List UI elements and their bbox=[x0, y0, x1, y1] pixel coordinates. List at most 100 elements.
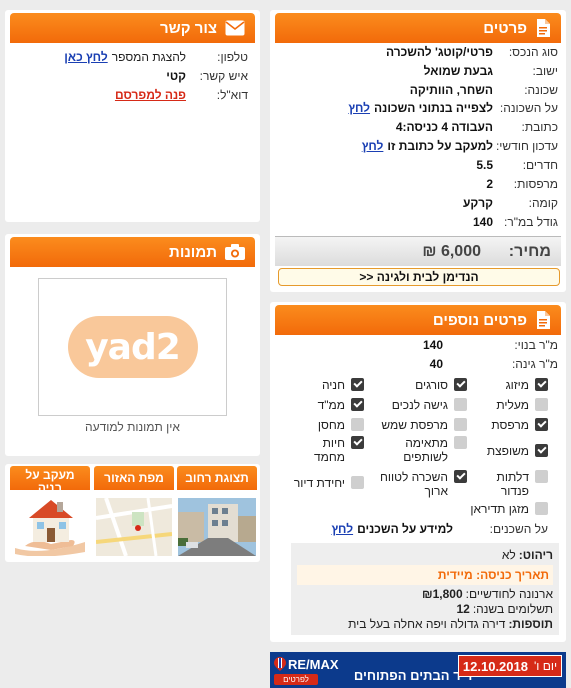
extra-info-box: ריהוט: לא תאריך כניסה: מיידית ארנונה לחו… bbox=[291, 543, 559, 635]
built-area-value: 140 bbox=[422, 338, 443, 352]
track-address-link[interactable]: לחץ bbox=[362, 139, 384, 153]
details-header: פרטים bbox=[275, 13, 561, 43]
feature-accessibility: גישה לנכים bbox=[392, 398, 467, 412]
arnona-row: ארנונה לחודשיים: ₪1,800 bbox=[422, 587, 553, 601]
detail-row-type: סוג הנכס: פרטי/קוטג' להשכרה bbox=[278, 43, 558, 61]
detail-label: כתובת: bbox=[521, 120, 558, 134]
feature-label: מעלית bbox=[496, 398, 529, 412]
photos-title: תמונות bbox=[169, 243, 217, 261]
detail-label: שכונה: bbox=[524, 83, 558, 97]
area-map-header: מפת האזור bbox=[94, 466, 174, 490]
email-row: דוא"ל: פנה למפרסם bbox=[16, 86, 248, 104]
neighbors-text: למידע על השכנים bbox=[357, 522, 453, 536]
checkbox-unchecked bbox=[454, 418, 467, 431]
area-map-tile[interactable]: מפת האזור bbox=[94, 466, 174, 558]
detail-row-about-neighborhood: על השכונה: לצפייה בנתוני השכונה לחץ bbox=[278, 99, 558, 117]
feature-label: ממ"ד bbox=[317, 398, 345, 412]
feature-label: מחסן bbox=[317, 418, 345, 432]
feature-label: מתאימה לשותפים bbox=[403, 436, 448, 464]
checkbox-checked bbox=[351, 398, 364, 411]
feature-elevator: מעלית bbox=[496, 398, 548, 412]
checkbox-checked bbox=[351, 378, 364, 391]
envelope-icon bbox=[225, 20, 245, 36]
feature-label: גישה לנכים bbox=[391, 398, 448, 412]
feature-label: מזגן תדיראן bbox=[470, 502, 529, 516]
arnona-label: ארנונה לחודשיים: bbox=[465, 587, 553, 601]
checkbox-checked bbox=[454, 470, 467, 483]
remax-banner[interactable]: RE/MAX לפרטים יריד הבתים הפתוחים יום ו' … bbox=[270, 652, 566, 688]
feature-pets: חיות מחמד bbox=[305, 436, 364, 464]
neighbors-label: על השכנים: bbox=[489, 522, 548, 536]
contact-header: צור קשר bbox=[10, 13, 255, 43]
detail-row-rooms: חדרים: 5.5 bbox=[278, 156, 558, 174]
entry-date-row: תאריך כניסה: מיידית bbox=[297, 565, 553, 585]
area-map-thumbnail bbox=[96, 498, 172, 556]
detail-value: 2 bbox=[486, 177, 493, 191]
feature-pandor-doors: דלתות פנדור bbox=[479, 470, 548, 498]
banner-details-label: לפרטים bbox=[283, 675, 309, 684]
arnona-value: ₪1,800 bbox=[422, 587, 463, 601]
document-icon bbox=[537, 19, 550, 37]
checkbox-checked bbox=[351, 436, 364, 449]
checkbox-unchecked bbox=[535, 470, 548, 483]
contact-person-row: איש קשר: קטי bbox=[16, 67, 248, 85]
detail-value: למעקב על כתובת זו bbox=[387, 139, 493, 153]
banner-date-box: יום ו' 12.10.2018 bbox=[458, 655, 562, 677]
checkbox-unchecked bbox=[351, 418, 364, 431]
contact-title: צור קשר bbox=[160, 19, 217, 37]
more-details-title: פרטים נוספים bbox=[432, 311, 527, 329]
feature-label: מרפסת bbox=[491, 418, 529, 432]
detail-value: 140 bbox=[472, 215, 493, 229]
feature-label: מיזוג bbox=[505, 378, 529, 392]
details-title: פרטים bbox=[483, 19, 527, 37]
balloon-icon bbox=[274, 657, 286, 671]
neighborhood-data-link[interactable]: לחץ bbox=[348, 101, 370, 115]
yad2-logo: yad2 bbox=[67, 316, 198, 378]
area-map-label: מפת האזור bbox=[104, 471, 164, 485]
price-box: מחיר: 6,000 ₪ bbox=[275, 236, 561, 266]
photos-header: תמונות bbox=[10, 237, 255, 267]
camera-icon bbox=[225, 244, 245, 260]
detail-value: פרטי/קוטג' להשכרה bbox=[385, 45, 493, 59]
construction-tracking-tile[interactable]: מעקב על בניה bbox=[10, 466, 90, 558]
street-view-header: תצוגת רחוב bbox=[177, 466, 257, 490]
detail-row-address: כתובת: העבודה 4 כניסה:4 bbox=[278, 118, 558, 136]
detail-label: על השכונה: bbox=[499, 101, 558, 115]
feature-safe-room: ממ"ד bbox=[318, 398, 364, 412]
show-phone-link[interactable]: לחץ כאן bbox=[64, 50, 107, 64]
handyman-promo-label: הנדימן לבית ולגינה << bbox=[359, 270, 479, 284]
handyman-promo-button[interactable]: הנדימן לבית ולגינה << bbox=[278, 268, 560, 286]
feature-label: מרפסת שמש bbox=[381, 418, 448, 432]
detail-value: העבודה 4 כניסה:4 bbox=[395, 120, 493, 134]
checkbox-checked bbox=[535, 444, 548, 457]
feature-bars: סורגים bbox=[415, 378, 467, 392]
checkbox-checked bbox=[535, 418, 548, 431]
more-details-header: פרטים נוספים bbox=[275, 305, 561, 335]
document-icon bbox=[537, 311, 550, 329]
payments-value: 12 bbox=[456, 602, 470, 616]
checkbox-unchecked bbox=[351, 476, 364, 489]
feature-balcony: מרפסת bbox=[491, 418, 548, 432]
checkbox-unchecked bbox=[454, 398, 467, 411]
street-view-tile[interactable]: תצוגת רחוב bbox=[177, 466, 257, 558]
detail-label: קומה: bbox=[528, 196, 558, 210]
feature-unit: יחידת דיור bbox=[294, 476, 364, 490]
detail-value: 5.5 bbox=[476, 158, 493, 172]
photo-placeholder[interactable]: yad2 bbox=[38, 278, 227, 416]
checkbox-checked bbox=[454, 378, 467, 391]
feature-renovated: משופצת bbox=[487, 444, 548, 458]
payments-row: תשלומים בשנה: 12 bbox=[456, 602, 553, 616]
price-value: 6,000 ₪ bbox=[422, 242, 481, 260]
remax-logo: RE/MAX bbox=[274, 655, 346, 673]
photos-panel: תמונות yad2 אין תמונות למודעה bbox=[5, 234, 260, 456]
neighbors-link[interactable]: לחץ bbox=[331, 522, 353, 536]
banner-date: 12.10.2018 bbox=[462, 658, 528, 674]
banner-details-button[interactable]: לפרטים bbox=[274, 674, 318, 685]
detail-label: מרפסות: bbox=[513, 177, 558, 191]
contact-advertiser-link[interactable]: פנה למפרסם bbox=[115, 88, 186, 102]
email-label: דוא"ל: bbox=[216, 88, 248, 102]
detail-row-size: גודל במ"ר: 140 bbox=[278, 213, 558, 231]
checkbox-unchecked bbox=[535, 502, 548, 515]
detail-label: ישוב: bbox=[532, 64, 558, 78]
feature-label: חיות מחמד bbox=[313, 436, 345, 464]
